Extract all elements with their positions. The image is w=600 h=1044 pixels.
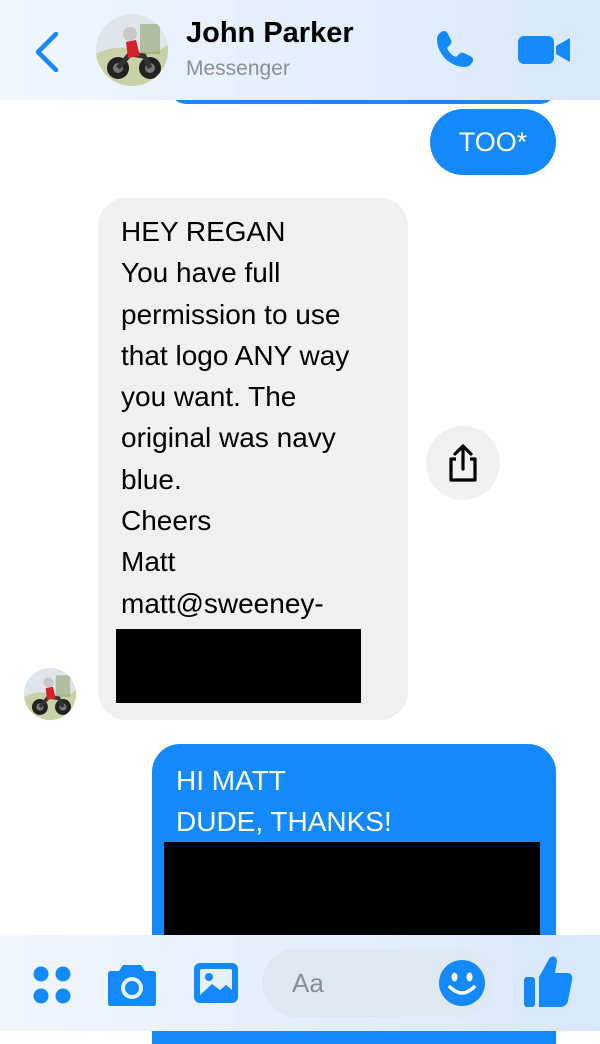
phone-icon bbox=[437, 31, 473, 67]
message-line: HI MATT bbox=[176, 765, 286, 796]
avatar-image bbox=[24, 668, 76, 720]
back-button[interactable] bbox=[30, 28, 66, 76]
gallery-button[interactable] bbox=[192, 959, 240, 1007]
message-line: you want. The bbox=[121, 381, 297, 413]
message-line: HEY REGAN bbox=[121, 216, 286, 247]
message-composer bbox=[0, 935, 600, 1031]
message-line: Matt bbox=[121, 546, 176, 578]
gallery-icon bbox=[194, 963, 238, 1003]
message-text-block: HI MATT DUDE, THANKS! bbox=[176, 760, 392, 842]
message-line: You have full bbox=[121, 257, 281, 289]
voice-call-button[interactable] bbox=[430, 26, 478, 74]
thumbs-up-icon bbox=[524, 956, 573, 1007]
redaction-block bbox=[116, 629, 361, 703]
emoji-icon bbox=[439, 960, 485, 1006]
message-line: Cheers bbox=[121, 505, 212, 537]
contact-name[interactable]: John Parker bbox=[186, 17, 354, 50]
message-line: permission to use bbox=[121, 298, 341, 330]
chevron-left-icon bbox=[35, 31, 59, 73]
incoming-message-bubble[interactable]: HEY REGAN You have full permission to us… bbox=[98, 198, 408, 720]
avatar-image bbox=[96, 14, 168, 86]
contact-avatar[interactable] bbox=[96, 14, 168, 86]
conversation-header: John Parker Messenger bbox=[0, 0, 600, 100]
message-line: DUDE, THANKS! bbox=[176, 806, 392, 837]
outgoing-message-bubble[interactable]: TOO* bbox=[430, 109, 556, 175]
video-call-button[interactable] bbox=[516, 30, 572, 70]
video-camera-icon bbox=[518, 36, 570, 64]
message-line: that logo ANY way bbox=[121, 339, 350, 371]
camera-button[interactable] bbox=[106, 961, 158, 1007]
message-text-block: HEY REGAN You have full permission to us… bbox=[121, 211, 349, 624]
like-button[interactable] bbox=[522, 953, 574, 1009]
share-button[interactable] bbox=[426, 426, 500, 500]
menu-dots-icon bbox=[33, 966, 71, 1004]
message-line: matt@sweeney- bbox=[121, 587, 324, 619]
message-text: TOO* bbox=[458, 126, 528, 157]
message-line: blue. bbox=[121, 463, 182, 495]
camera-icon bbox=[108, 965, 156, 1006]
contact-subtitle: Messenger bbox=[186, 57, 290, 80]
share-icon bbox=[449, 444, 477, 482]
message-line: original was navy bbox=[121, 422, 336, 454]
emoji-button[interactable] bbox=[438, 959, 486, 1007]
sender-avatar[interactable] bbox=[24, 668, 76, 720]
more-actions-button[interactable] bbox=[30, 963, 74, 1007]
